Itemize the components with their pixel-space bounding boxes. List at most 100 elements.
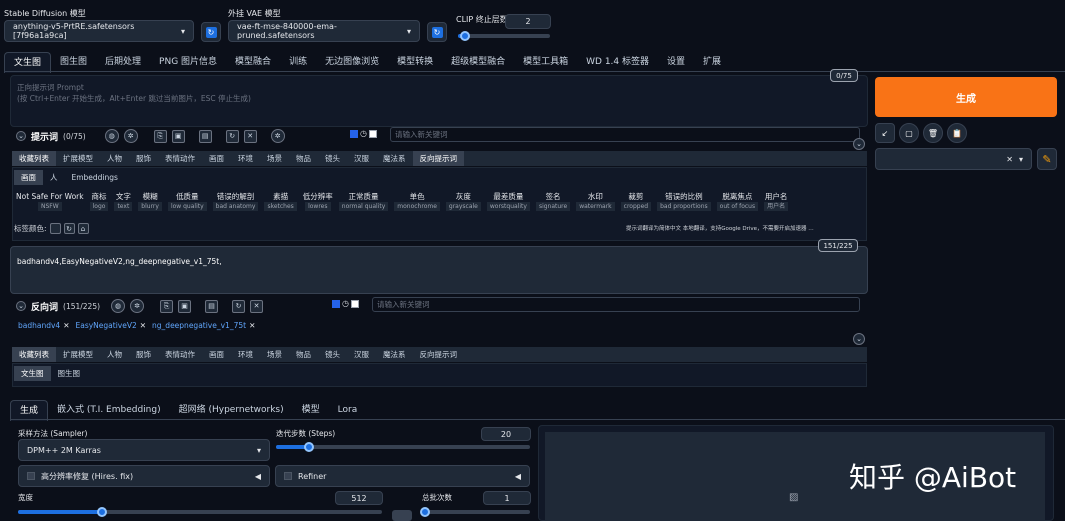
- tab-10[interactable]: WD 1.4 标签器: [577, 52, 658, 73]
- settings-tab[interactable]: 生成: [10, 400, 49, 421]
- negative-chip[interactable]: EasyNegativeV2 ✕: [76, 321, 147, 330]
- settings-tab[interactable]: 超网络 (Hypernetworks): [170, 400, 293, 421]
- expand-icon[interactable]: ⌄: [853, 138, 865, 150]
- refiner-accordion[interactable]: Refiner ◀: [275, 465, 530, 487]
- keyword-item[interactable]: Not Safe For Work NSFW: [16, 191, 84, 211]
- tab-0[interactable]: 文生图: [4, 52, 52, 73]
- keyword-item[interactable]: 最差质量 worstquality: [486, 191, 530, 211]
- bottom-sub-tab[interactable]: 文生图: [14, 366, 51, 381]
- keyword-item[interactable]: 低质量 low quality: [167, 191, 207, 211]
- close-icon[interactable]: ✕: [249, 321, 255, 330]
- send-icon[interactable]: ↙: [875, 123, 895, 143]
- color-swatch[interactable]: [49, 223, 61, 234]
- image-icon[interactable]: ▤: [198, 129, 212, 143]
- keyword-item[interactable]: 脱离焦点 out of focus: [716, 191, 759, 211]
- category-tab[interactable]: 扩展模型: [56, 347, 100, 362]
- category-tab[interactable]: 表情动作: [158, 347, 202, 362]
- hires-checkbox[interactable]: [27, 472, 35, 480]
- clear-icon[interactable]: ✕: [1006, 155, 1013, 164]
- swap-dimensions-button[interactable]: [392, 510, 412, 521]
- square-icon[interactable]: ▢: [899, 123, 919, 143]
- category-tab[interactable]: 表情动作: [158, 151, 202, 166]
- tab-2[interactable]: 后期处理: [96, 52, 150, 73]
- negative-keyword-input[interactable]: 请输入新关键词: [372, 297, 860, 312]
- prompt-keyword-input[interactable]: 请输入新关键词: [390, 127, 860, 142]
- refresh-icon[interactable]: ↻: [232, 299, 246, 313]
- category-tab[interactable]: 环境: [231, 151, 260, 166]
- tab-11[interactable]: 设置: [658, 52, 694, 73]
- keyword-item[interactable]: 单色 monochrome: [394, 191, 440, 211]
- copy-icon[interactable]: ⎘: [160, 299, 174, 313]
- tab-5[interactable]: 训练: [280, 52, 316, 73]
- tab-6[interactable]: 无边图像浏览: [316, 52, 388, 73]
- category-tab[interactable]: 环境: [231, 347, 260, 362]
- lock-icon[interactable]: ⌂: [77, 223, 89, 234]
- category-tab[interactable]: 反向提示词: [413, 347, 465, 362]
- image-icon[interactable]: ▤: [205, 299, 219, 313]
- category-tab[interactable]: 物品: [289, 347, 318, 362]
- enable-checkbox[interactable]: [332, 299, 340, 308]
- tab-4[interactable]: 模型融合: [226, 52, 280, 73]
- prompt-textarea[interactable]: 正向提示词 Prompt (按 Ctrl+Enter 开始生成，Alt+Ente…: [10, 75, 868, 127]
- sampler-select[interactable]: DPM++ 2M Karras ▾: [18, 439, 270, 461]
- tab-9[interactable]: 模型工具箱: [514, 52, 577, 73]
- category-tab[interactable]: 画面: [202, 151, 231, 166]
- gear-icon[interactable]: ✲: [123, 129, 138, 143]
- batch-slider[interactable]: [420, 507, 530, 517]
- tab-8[interactable]: 超级模型融合: [442, 52, 514, 73]
- category-tab[interactable]: 场景: [260, 151, 289, 166]
- category-tab[interactable]: 汉服: [347, 151, 376, 166]
- negative-textarea[interactable]: badhandv4,EasyNegativeV2,ng_deepnegative…: [10, 246, 868, 294]
- copy-icon[interactable]: ⎘: [153, 129, 167, 143]
- history-icon[interactable]: ◷: [360, 129, 367, 138]
- category-tab[interactable]: 汉服: [347, 347, 376, 362]
- category-tab[interactable]: 镜头: [318, 347, 347, 362]
- keyword-item[interactable]: 模糊 blurry: [138, 191, 162, 211]
- clip-number[interactable]: 2: [505, 14, 551, 29]
- settings-icon[interactable]: ✲: [270, 129, 285, 143]
- settings-tab[interactable]: 模型: [293, 400, 329, 421]
- category-tab[interactable]: 画面: [202, 347, 231, 362]
- option-checkbox[interactable]: [368, 129, 377, 138]
- paste-icon[interactable]: ▣: [178, 299, 192, 313]
- sub-tab[interactable]: 画面: [14, 170, 43, 185]
- edit-styles-button[interactable]: ✎: [1037, 148, 1057, 170]
- enable-checkbox[interactable]: [350, 129, 358, 138]
- width-slider-knob[interactable]: [96, 507, 107, 517]
- history-icon[interactable]: ◷: [342, 299, 349, 308]
- tab-3[interactable]: PNG 图片信息: [150, 52, 226, 73]
- reset-icon[interactable]: ↻: [63, 223, 75, 234]
- keyword-item[interactable]: 错误的比例 bad proportions: [657, 191, 711, 211]
- sub-tab[interactable]: Embeddings: [65, 170, 125, 185]
- bottom-sub-tab[interactable]: 图生图: [51, 366, 88, 381]
- category-tab[interactable]: 收藏列表: [12, 151, 56, 166]
- tab-1[interactable]: 图生图: [51, 52, 96, 73]
- clip-slider[interactable]: [458, 31, 550, 41]
- negative-chip[interactable]: badhandv4 ✕: [18, 321, 70, 330]
- globe-icon[interactable]: ◍: [104, 129, 119, 143]
- keyword-item[interactable]: 正常质量 normal quality: [338, 191, 389, 211]
- clip-slider-knob[interactable]: [460, 31, 471, 41]
- keyword-item[interactable]: 商标 logo: [89, 191, 109, 211]
- refresh-icon[interactable]: ↻: [225, 129, 239, 143]
- settings-tab[interactable]: Lora: [329, 400, 367, 421]
- category-tab[interactable]: 人物: [100, 151, 129, 166]
- keyword-item[interactable]: 签名 signature: [535, 191, 571, 211]
- width-slider[interactable]: [18, 507, 382, 517]
- model-select[interactable]: anything-v5-PrtRE.safetensors [7f96a1a9c…: [4, 20, 194, 42]
- settings-tab[interactable]: 嵌入式 (T.I. Embedding): [48, 400, 170, 421]
- keyword-item[interactable]: 低分辨率 lowres: [303, 191, 333, 211]
- category-tab[interactable]: 收藏列表: [12, 347, 56, 362]
- hires-fix-accordion[interactable]: 高分辨率修复 (Hires. fix) ◀: [18, 465, 270, 487]
- category-tab[interactable]: 人物: [100, 347, 129, 362]
- steps-slider-knob[interactable]: [304, 442, 315, 452]
- category-tab[interactable]: 服饰: [129, 151, 158, 166]
- keyword-item[interactable]: 用户名 用户名: [764, 191, 789, 211]
- batch-slider-knob[interactable]: [420, 507, 431, 517]
- steps-slider[interactable]: [276, 442, 530, 452]
- category-tab[interactable]: 反向提示词: [412, 151, 464, 166]
- close-icon[interactable]: ✕: [63, 321, 69, 330]
- trash-icon[interactable]: ✕: [243, 129, 257, 143]
- category-tab[interactable]: 魔法系: [376, 151, 413, 166]
- clipboard-icon[interactable]: 📋: [947, 123, 967, 143]
